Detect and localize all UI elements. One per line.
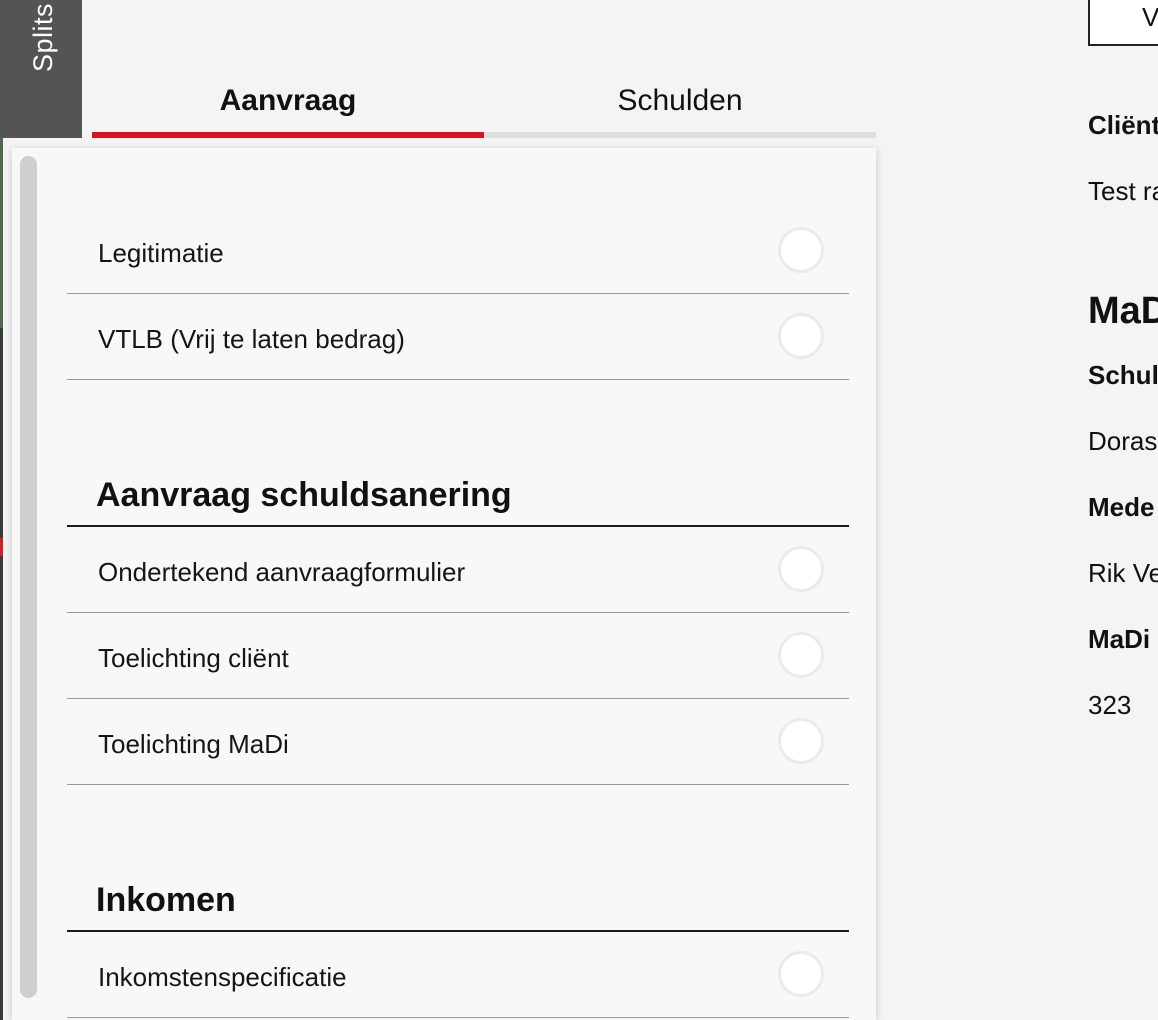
checklist-item-vtlb[interactable]: VTLB (Vrij te laten bedrag) xyxy=(67,294,849,380)
splits-side-tab-label: Splits xyxy=(28,2,58,72)
edge-mark-green xyxy=(0,138,3,328)
section-title: Aanvraag schuldsanering xyxy=(96,476,512,514)
left-edge-marks xyxy=(0,138,3,1020)
mede-value: Rik Ve xyxy=(1088,558,1158,588)
checklist-item-inkomstenspecificatie[interactable]: Inkomstenspecificatie xyxy=(67,932,849,1018)
status-circle-icon[interactable] xyxy=(778,632,824,678)
checklist-item-ondertekend-aanvraagformulier[interactable]: Ondertekend aanvraagformulier xyxy=(67,527,849,613)
section-header-inkomen: Inkomen xyxy=(67,785,849,932)
top-action-button[interactable]: V xyxy=(1088,0,1158,46)
list-top-spacer xyxy=(67,148,849,208)
status-circle-icon[interactable] xyxy=(778,546,824,592)
checklist-panel: Legitimatie VTLB (Vrij te laten bedrag) … xyxy=(12,148,876,1020)
client-label: Cliënt xyxy=(1088,110,1158,140)
status-circle-icon[interactable] xyxy=(778,227,824,273)
status-circle-icon[interactable] xyxy=(778,718,824,764)
checklist-item-label: Inkomstenspecificatie xyxy=(98,962,347,992)
checklist-item-label: Toelichting MaDi xyxy=(98,729,289,759)
mede-label: Mede xyxy=(1088,492,1155,522)
section-header-aanvraag-schuldsanering: Aanvraag schuldsanering xyxy=(67,380,849,527)
madi-label: MaDi xyxy=(1088,624,1151,654)
checklist-item-label: Toelichting cliënt xyxy=(98,643,289,673)
tab-aanvraag[interactable]: Aanvraag xyxy=(92,60,484,138)
checklist-item-toelichting-client[interactable]: Toelichting cliënt xyxy=(67,613,849,699)
tab-schulden[interactable]: Schulden xyxy=(484,60,876,138)
madi-heading: MaDi xyxy=(1088,290,1158,332)
section-title: Inkomen xyxy=(96,881,236,919)
checklist-item-label: Legitimatie xyxy=(98,238,224,268)
madi-value: 323 xyxy=(1088,690,1132,720)
edge-mark-red xyxy=(0,538,3,556)
top-action-button-label: V xyxy=(1142,2,1158,32)
status-circle-icon[interactable] xyxy=(778,951,824,997)
checklist-item-label: Ondertekend aanvraagformulier xyxy=(98,557,466,587)
checklist-item-label: VTLB (Vrij te laten bedrag) xyxy=(98,324,405,354)
tab-active-indicator xyxy=(92,132,484,138)
panel-scrollbar[interactable] xyxy=(20,156,37,998)
checklist-list: Legitimatie VTLB (Vrij te laten bedrag) … xyxy=(67,148,849,1018)
tab-bar: Aanvraag Schulden xyxy=(92,60,876,138)
client-value: Test ra xyxy=(1088,176,1158,206)
status-circle-icon[interactable] xyxy=(778,313,824,359)
details-column: V Cliënt Test ra MaDi Schuld Doras Mede … xyxy=(1088,0,1158,1020)
checklist-item-legitimatie[interactable]: Legitimatie xyxy=(67,208,849,294)
checklist-item-toelichting-madi[interactable]: Toelichting MaDi xyxy=(67,699,849,785)
schuld-label: Schuld xyxy=(1088,360,1158,390)
splits-side-tab[interactable]: Splits xyxy=(0,0,82,138)
schuld-value: Doras xyxy=(1088,426,1158,456)
